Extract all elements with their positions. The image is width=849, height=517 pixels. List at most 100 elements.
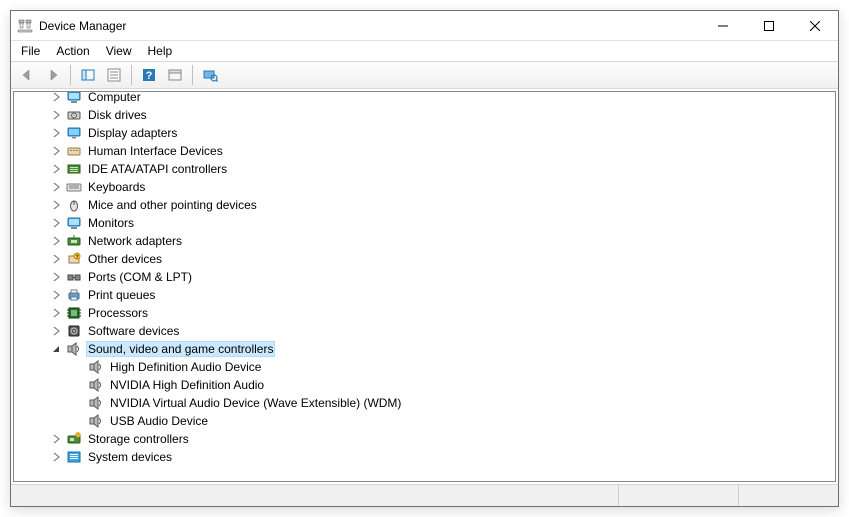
close-button[interactable]	[792, 11, 838, 40]
expander-closed-icon[interactable]	[50, 450, 64, 464]
tree-item-label: Keyboards	[86, 180, 147, 194]
tree-item[interactable]: Processors	[14, 304, 835, 322]
tree-item[interactable]: System devices	[14, 448, 835, 466]
tree-item[interactable]: Network adapters	[14, 232, 835, 250]
tree-item[interactable]: Disk drives	[14, 106, 835, 124]
expander-closed-icon[interactable]	[50, 324, 64, 338]
monitor-icon	[66, 215, 82, 231]
tree-item[interactable]: NVIDIA High Definition Audio	[14, 376, 835, 394]
ide-icon	[66, 161, 82, 177]
window-title: Device Manager	[39, 19, 700, 33]
tree-item[interactable]: Keyboards	[14, 178, 835, 196]
minimize-button[interactable]	[700, 11, 746, 40]
expander-closed-icon[interactable]	[50, 234, 64, 248]
audio-icon	[88, 395, 104, 411]
audio-icon	[88, 413, 104, 429]
scan-hardware-button[interactable]	[198, 64, 222, 86]
expander-open-icon[interactable]	[50, 342, 64, 356]
show-hide-tree-button[interactable]	[76, 64, 100, 86]
disk-icon	[66, 107, 82, 123]
tree-item[interactable]: Display adapters	[14, 124, 835, 142]
tree-item[interactable]: USB Audio Device	[14, 412, 835, 430]
expander-none	[72, 360, 86, 374]
software-icon	[66, 323, 82, 339]
toolbar: ?	[11, 61, 838, 89]
device-tree-pane[interactable]: Computer Disk drivesDisplay adaptersHuman…	[13, 91, 836, 482]
expander-closed-icon[interactable]	[50, 144, 64, 158]
tree-item[interactable]: IDE ATA/ATAPI controllers	[14, 160, 835, 178]
tree-item[interactable]: NVIDIA Virtual Audio Device (Wave Extens…	[14, 394, 835, 412]
computer-icon	[66, 91, 82, 105]
app-icon	[17, 18, 33, 34]
window-controls	[700, 11, 838, 40]
tree-item-label: Monitors	[86, 216, 136, 230]
tree-item-label: Network adapters	[86, 234, 184, 248]
hid-icon	[66, 143, 82, 159]
storage-icon	[66, 431, 82, 447]
audio-icon	[88, 377, 104, 393]
tree-item[interactable]: Sound, video and game controllers	[14, 340, 835, 358]
back-button[interactable]	[15, 64, 39, 86]
status-cell	[618, 485, 738, 506]
content-area: Computer Disk drivesDisplay adaptersHuman…	[13, 91, 836, 482]
statusbar	[11, 484, 838, 506]
printer-icon	[66, 287, 82, 303]
forward-button[interactable]	[41, 64, 65, 86]
tree-item-label: Other devices	[86, 252, 164, 266]
tree-item-label: System devices	[86, 450, 174, 464]
expander-closed-icon[interactable]	[50, 252, 64, 266]
expander-closed-icon[interactable]	[50, 180, 64, 194]
network-icon	[66, 233, 82, 249]
tree-item[interactable]: Storage controllers	[14, 430, 835, 448]
tree-item-label: Mice and other pointing devices	[86, 198, 259, 212]
expander-closed-icon[interactable]	[50, 126, 64, 140]
tree-item[interactable]: Mice and other pointing devices	[14, 196, 835, 214]
expander-closed-icon[interactable]	[50, 108, 64, 122]
device-manager-window: Device Manager File Action View Help	[10, 10, 839, 507]
tree-item[interactable]: Print queues	[14, 286, 835, 304]
tree-item[interactable]: Computer	[14, 91, 835, 106]
menu-help[interactable]: Help	[140, 44, 181, 58]
expander-closed-icon[interactable]	[50, 306, 64, 320]
expander-closed-icon[interactable]	[50, 162, 64, 176]
tree-item-label: IDE ATA/ATAPI controllers	[86, 162, 229, 176]
toolbar-separator	[70, 65, 71, 85]
device-tree: Computer Disk drivesDisplay adaptersHuman…	[14, 91, 835, 468]
status-cell	[738, 485, 838, 506]
maximize-button[interactable]	[746, 11, 792, 40]
expander-closed-icon[interactable]	[50, 288, 64, 302]
tree-item-label: Print queues	[86, 288, 157, 302]
action-button[interactable]	[163, 64, 187, 86]
tree-item-label: Computer	[86, 91, 143, 104]
keyboard-icon	[66, 179, 82, 195]
audio-icon	[66, 341, 82, 357]
toolbar-separator	[131, 65, 132, 85]
expander-closed-icon[interactable]	[50, 270, 64, 284]
svg-text:?: ?	[146, 70, 153, 82]
tree-item[interactable]: High Definition Audio Device	[14, 358, 835, 376]
properties-button[interactable]	[102, 64, 126, 86]
menu-view[interactable]: View	[98, 44, 140, 58]
tree-item[interactable]: Monitors	[14, 214, 835, 232]
tree-item-label: Processors	[86, 306, 150, 320]
tree-item-label: NVIDIA Virtual Audio Device (Wave Extens…	[108, 396, 403, 410]
expander-closed-icon[interactable]	[50, 198, 64, 212]
tree-item-label: High Definition Audio Device	[108, 360, 263, 374]
expander-none	[72, 378, 86, 392]
tree-item[interactable]: Software devices	[14, 322, 835, 340]
expander-closed-icon[interactable]	[50, 432, 64, 446]
menu-file[interactable]: File	[13, 44, 48, 58]
tree-item[interactable]: Other devices	[14, 250, 835, 268]
expander-closed-icon[interactable]	[50, 91, 64, 104]
tree-item[interactable]: Human Interface Devices	[14, 142, 835, 160]
tree-item-label: Software devices	[86, 324, 181, 338]
display-icon	[66, 125, 82, 141]
cpu-icon	[66, 305, 82, 321]
menu-action[interactable]: Action	[48, 44, 97, 58]
help-button[interactable]: ?	[137, 64, 161, 86]
expander-closed-icon[interactable]	[50, 216, 64, 230]
tree-item[interactable]: Ports (COM & LPT)	[14, 268, 835, 286]
tree-item-label: Sound, video and game controllers	[86, 341, 275, 357]
mouse-icon	[66, 197, 82, 213]
other-icon	[66, 251, 82, 267]
